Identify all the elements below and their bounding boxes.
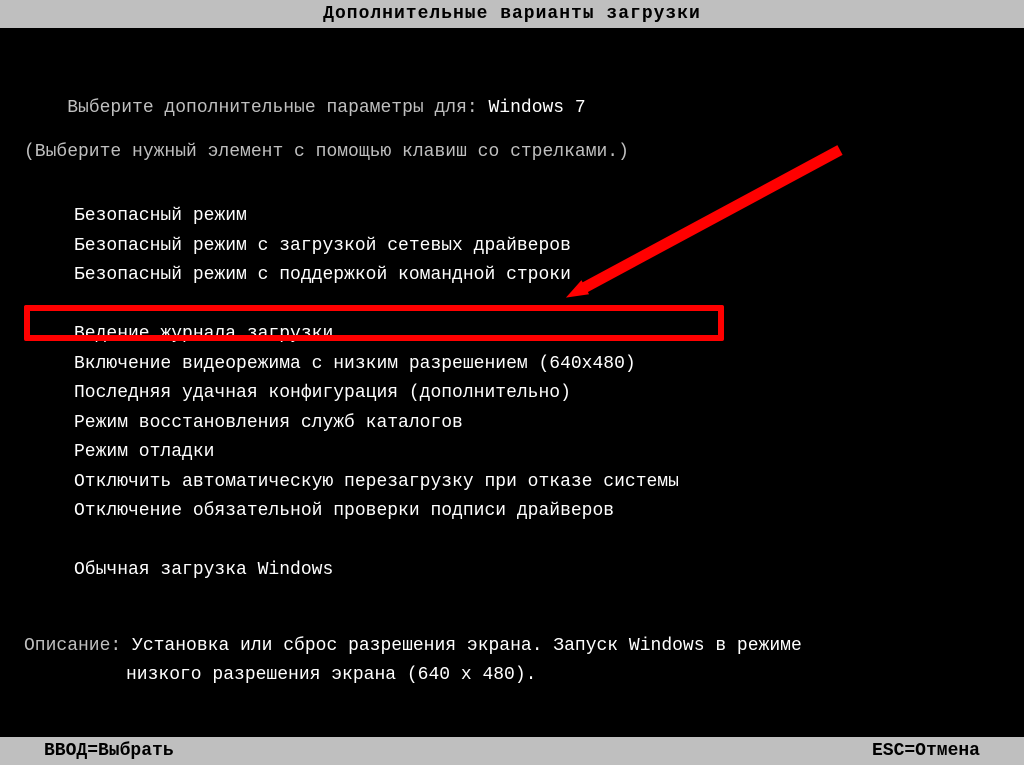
boot-option[interactable]: Режим восстановления служб каталогов xyxy=(74,409,1000,439)
description-label: Описание: xyxy=(24,636,132,656)
prompt-line: Выберите дополнительные параметры для: W… xyxy=(24,78,1000,138)
page-title: Дополнительные варианты загрузки xyxy=(323,4,701,24)
prompt-os: Windows 7 xyxy=(489,98,586,118)
description-text-l1: Установка или сброс разрешения экрана. З… xyxy=(132,636,802,656)
footer-bar: ВВОД=Выбрать ESC=Отмена xyxy=(0,737,1024,765)
boot-option[interactable]: Отключить автоматическую перезагрузку пр… xyxy=(74,468,1000,498)
content-area: Выберите дополнительные параметры для: W… xyxy=(0,28,1024,691)
boot-option[interactable]: Обычная загрузка Windows xyxy=(74,556,1000,586)
prompt-prefix: Выберите дополнительные параметры для: xyxy=(67,98,488,118)
boot-option[interactable]: Безопасный режим с поддержкой командной … xyxy=(74,261,1000,291)
description-text-l2: низкого разрешения экрана (640 x 480). xyxy=(126,661,1000,691)
boot-option[interactable]: Режим отладки xyxy=(74,438,1000,468)
spacer xyxy=(74,527,1000,557)
title-bar: Дополнительные варианты загрузки xyxy=(0,0,1024,28)
boot-option[interactable]: Безопасный режим с загрузкой сетевых дра… xyxy=(74,232,1000,262)
description-block: Описание: Установка или сброс разрешения… xyxy=(24,632,1000,691)
spacer xyxy=(74,291,1000,321)
footer-esc-hint: ESC=Отмена xyxy=(872,737,980,765)
options-list: Безопасный режим Безопасный режим с загр… xyxy=(74,202,1000,586)
footer-enter-hint: ВВОД=Выбрать xyxy=(44,737,174,765)
boot-option[interactable]: Безопасный режим xyxy=(74,202,1000,232)
boot-option[interactable]: Последняя удачная конфигурация (дополнит… xyxy=(74,379,1000,409)
boot-option-selected[interactable]: Включение видеорежима с низким разрешени… xyxy=(74,350,1000,380)
instructions-line: (Выберите нужный элемент с помощью клави… xyxy=(24,142,1000,162)
boot-option[interactable]: Отключение обязательной проверки подписи… xyxy=(74,497,1000,527)
boot-option[interactable]: Ведение журнала загрузки xyxy=(74,320,1000,350)
